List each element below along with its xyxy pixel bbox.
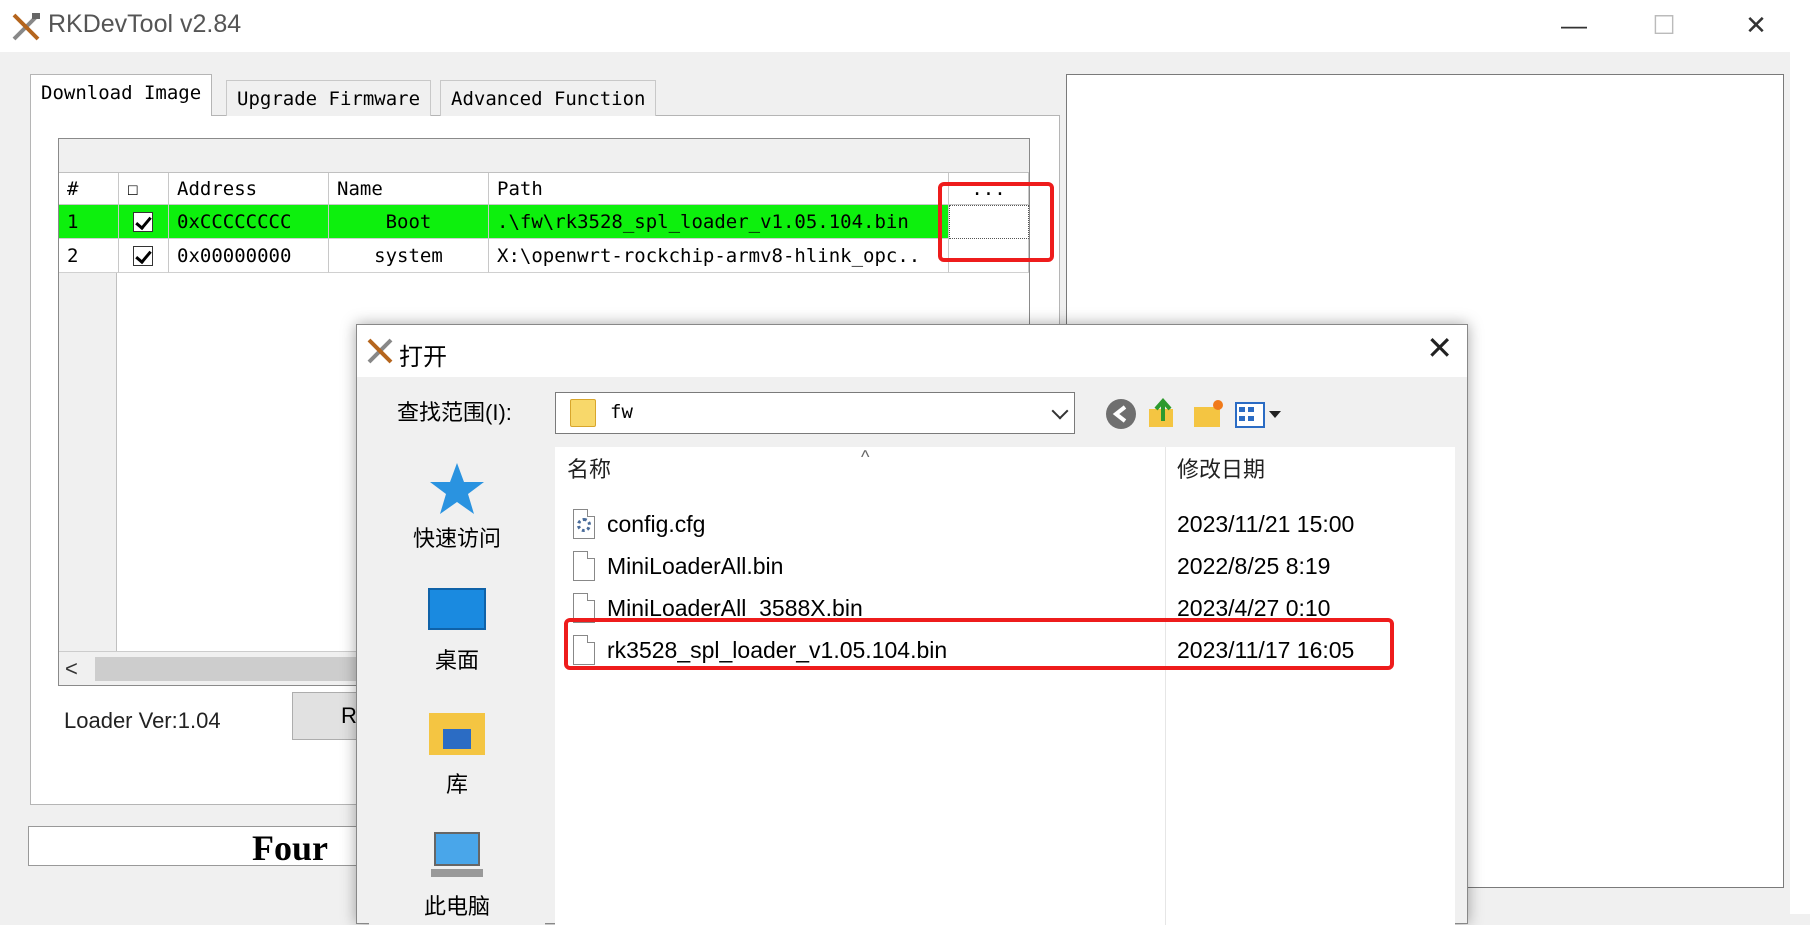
star-icon (430, 463, 484, 514)
view-menu-icon[interactable] (1233, 397, 1283, 431)
file-icon (573, 551, 595, 581)
config-file-icon (573, 509, 595, 539)
table-toolbar (59, 139, 1029, 173)
col-index: # (59, 173, 119, 205)
window-edge (1790, 52, 1810, 914)
folder-icon (570, 399, 596, 427)
dialog-close-button[interactable]: ✕ (1426, 329, 1453, 367)
file-date: 2023/11/21 15:00 (1177, 511, 1355, 537)
close-button[interactable]: ✕ (1712, 0, 1800, 52)
place-label: 库 (445, 772, 468, 797)
row-index: 2 (59, 239, 119, 273)
col-name: Name (329, 173, 489, 205)
new-folder-icon[interactable] (1191, 397, 1227, 431)
file-name: MiniLoaderAll.bin (607, 553, 784, 579)
look-in-combo[interactable]: fw (555, 392, 1075, 434)
tab-download-image[interactable]: Download Image (30, 74, 213, 116)
title-bar: RKDevTool v2.84 — ☐ ✕ (0, 0, 1810, 52)
header-name[interactable]: 名称 (555, 447, 611, 493)
look-in-value: fw (610, 401, 633, 423)
row-name[interactable]: Boot (329, 205, 489, 239)
computer-icon (431, 832, 483, 877)
back-icon[interactable] (1103, 397, 1139, 431)
tab-advanced-function[interactable]: Advanced Function (440, 80, 657, 116)
row-address[interactable]: 0xCCCCCCCC (169, 205, 329, 239)
col-address: Address (169, 173, 329, 205)
row-checkbox[interactable] (119, 239, 169, 273)
place-library[interactable]: 库 (369, 707, 545, 797)
annotation-file-highlight (564, 618, 1394, 670)
tools-icon (367, 338, 393, 364)
window-title: RKDevTool v2.84 (48, 10, 242, 38)
dialog-title-bar: 打开 ✕ (357, 325, 1467, 377)
row-checkbox[interactable] (119, 205, 169, 239)
row-path[interactable]: .\fw\rk3528_spl_loader_v1.05.104.bin (489, 205, 949, 239)
table-row[interactable]: 1 0xCCCCCCCC Boot .\fw\rk3528_spl_loader… (59, 205, 1029, 239)
up-folder-icon[interactable] (1145, 397, 1181, 431)
desktop-icon (428, 588, 486, 630)
row-address[interactable]: 0x00000000 (169, 239, 329, 273)
sort-ascending-icon: ^ (861, 447, 870, 467)
dialog-title: 打开 (399, 344, 447, 371)
place-this-pc[interactable]: 此电脑 (369, 829, 545, 919)
file-row[interactable]: config.cfg 2023/11/21 15:00 (555, 503, 1455, 545)
tab-upgrade-firmware[interactable]: Upgrade Firmware (226, 80, 432, 116)
file-row[interactable]: MiniLoaderAll.bin 2022/8/25 8:19 (555, 545, 1455, 587)
file-name: config.cfg (607, 511, 706, 537)
status-text: Four (252, 828, 328, 868)
annotation-browse-highlight (938, 182, 1054, 262)
col-check[interactable]: ☐ (119, 173, 169, 205)
row-header-strip (59, 273, 117, 651)
minimize-button[interactable]: — (1530, 0, 1618, 52)
place-desktop[interactable]: 桌面 (369, 585, 545, 673)
chevron-down-icon[interactable] (1051, 402, 1069, 420)
table-row[interactable]: 2 0x00000000 system X:\openwrt-rockchip-… (59, 239, 1029, 273)
row-name[interactable]: system (329, 239, 489, 273)
place-label: 此电脑 (423, 894, 490, 919)
places-bar: 快速访问 桌面 库 此电脑 (369, 441, 545, 925)
place-label: 桌面 (434, 648, 479, 673)
maximize-button[interactable]: ☐ (1620, 0, 1708, 52)
tools-icon (12, 13, 40, 41)
look-in-label: 查找范围(I): (397, 400, 512, 425)
place-quick-access[interactable]: 快速访问 (369, 461, 545, 551)
place-label: 快速访问 (412, 526, 501, 551)
header-modified[interactable]: 修改日期 (1165, 447, 1265, 493)
loader-version: Loader Ver:1.04 (64, 708, 221, 733)
row-index: 1 (59, 205, 119, 239)
file-list[interactable]: ^ 名称 修改日期 config.cfg 2023/11/21 15:00 Mi… (555, 447, 1455, 925)
file-date: 2022/8/25 8:19 (1177, 553, 1331, 579)
row-path[interactable]: X:\openwrt-rockchip-armv8-hlink_opc.. (489, 239, 949, 273)
library-icon (429, 713, 485, 755)
scroll-left-icon[interactable]: < (65, 656, 78, 682)
col-path: Path (489, 173, 949, 205)
